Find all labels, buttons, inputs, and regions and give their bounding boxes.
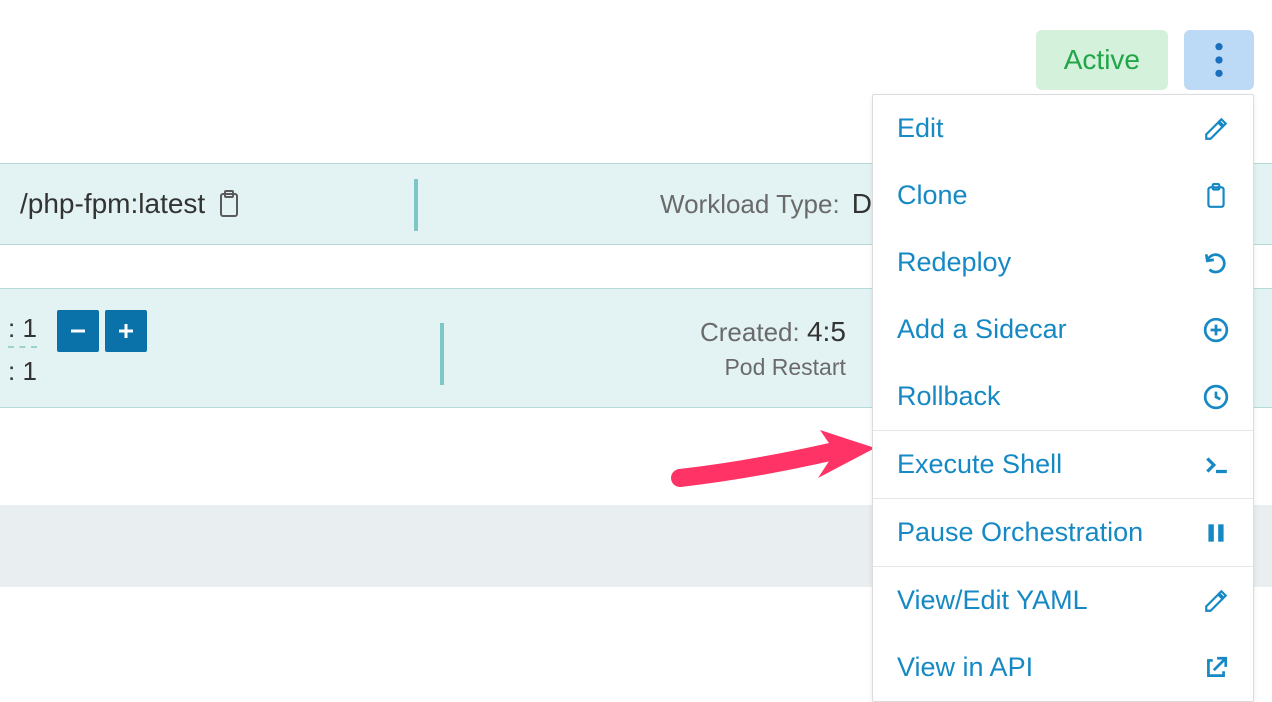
scale-label: : 1	[8, 313, 37, 348]
menu-item-add-sidecar[interactable]: Add a Sidecar	[873, 296, 1253, 363]
col-divider	[440, 323, 444, 385]
image-name-text: /php-fpm:latest	[20, 188, 205, 220]
scale-stepper	[57, 310, 147, 352]
pencil-icon	[1203, 588, 1229, 614]
history-icon	[1203, 384, 1229, 410]
clipboard-icon	[217, 190, 241, 218]
menu-item-view-edit-yaml[interactable]: View/Edit YAML	[873, 566, 1253, 634]
menu-item-label: Pause Orchestration	[897, 517, 1143, 548]
menu-item-label: Add a Sidecar	[897, 314, 1067, 345]
menu-item-execute-shell[interactable]: Execute Shell	[873, 430, 1253, 498]
pause-icon	[1203, 520, 1229, 546]
menu-item-label: Execute Shell	[897, 449, 1062, 480]
kebab-icon	[1215, 43, 1223, 77]
menu-item-label: View/Edit YAML	[897, 585, 1088, 616]
menu-item-label: View in API	[897, 652, 1033, 683]
menu-item-redeploy[interactable]: Redeploy	[873, 229, 1253, 296]
scale-decrease-button[interactable]	[57, 310, 99, 352]
menu-item-rollback[interactable]: Rollback	[873, 363, 1253, 430]
annotation-arrow	[670, 420, 880, 500]
clipboard-icon	[1203, 183, 1229, 209]
copy-button[interactable]	[217, 190, 241, 218]
menu-item-label: Rollback	[897, 381, 1001, 412]
created-value: 4:5	[807, 316, 846, 347]
plus-circle-icon	[1203, 317, 1229, 343]
status-badge: Active	[1036, 30, 1168, 90]
minus-icon	[68, 321, 88, 341]
secondary-count: : 1	[8, 356, 37, 387]
undo-icon	[1203, 250, 1229, 276]
menu-item-label: Clone	[897, 180, 968, 211]
pod-restart-label: Pod Restart	[700, 354, 846, 381]
pencil-icon	[1203, 116, 1229, 142]
plus-icon	[116, 321, 136, 341]
menu-item-clone[interactable]: Clone	[873, 162, 1253, 229]
actions-dropdown: Edit Clone Redeploy Add a Sidecar Rollba…	[872, 94, 1254, 702]
scale-increase-button[interactable]	[105, 310, 147, 352]
terminal-icon	[1203, 452, 1229, 478]
workload-type-label: Workload Type:	[660, 189, 840, 220]
menu-item-pause-orchestration[interactable]: Pause Orchestration	[873, 498, 1253, 566]
external-link-icon	[1203, 655, 1229, 681]
actions-menu-button[interactable]	[1184, 30, 1254, 90]
col-divider	[414, 179, 418, 231]
menu-item-edit[interactable]: Edit	[873, 95, 1253, 162]
menu-item-label: Edit	[897, 113, 944, 144]
menu-item-view-in-api[interactable]: View in API	[873, 634, 1253, 701]
created-label: Created:	[700, 317, 800, 347]
menu-item-label: Redeploy	[897, 247, 1011, 278]
